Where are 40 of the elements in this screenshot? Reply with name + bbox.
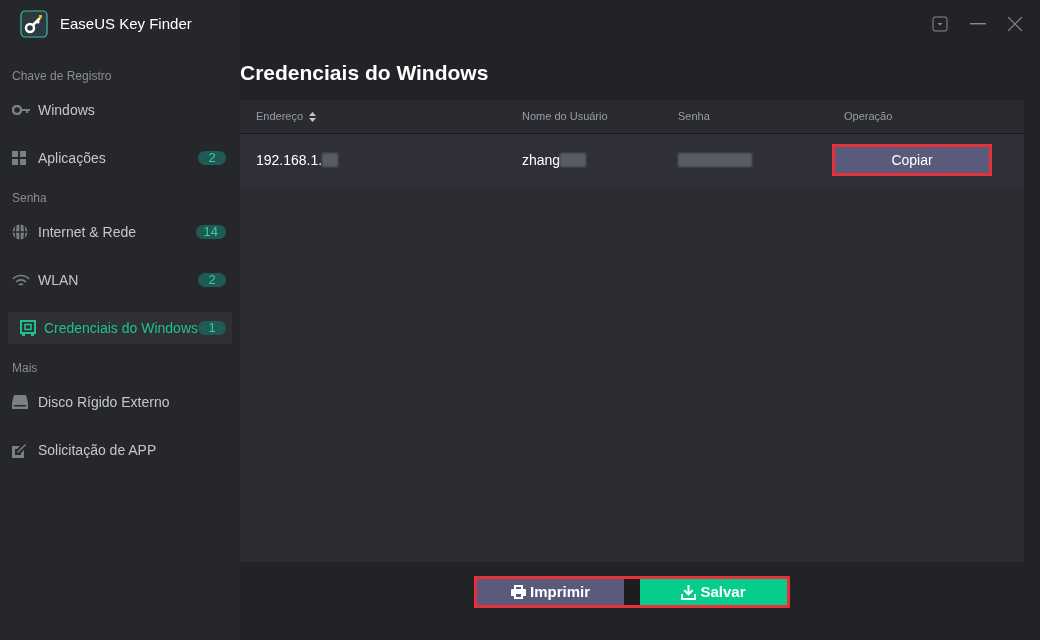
sidebar-item[interactable]: Aplicações 2 xyxy=(8,142,232,174)
sidebar-item[interactable]: Disco Rígido Externo xyxy=(8,386,232,418)
download-icon xyxy=(681,584,697,600)
column-header[interactable]: Senha xyxy=(678,108,710,125)
section-heading: Senha xyxy=(11,190,48,207)
table-cell-text: zhang xyxy=(522,150,561,170)
redaction-mark xyxy=(322,153,339,167)
copy-button[interactable]: Copiar xyxy=(832,144,992,176)
count-badge: 2 xyxy=(198,151,226,165)
grid-icon xyxy=(12,151,26,165)
section-heading: Chave de Registro xyxy=(11,68,113,85)
sidebar-item[interactable]: WLAN 2 xyxy=(8,264,232,296)
count-badge: 2 xyxy=(198,273,226,287)
wifi-icon xyxy=(12,273,30,287)
print-icon xyxy=(511,585,526,599)
key-logo-icon xyxy=(20,10,48,38)
column-header[interactable]: Operação xyxy=(844,108,893,125)
sort-icon[interactable] xyxy=(309,111,317,122)
column-header[interactable]: Nome do Usuário xyxy=(522,108,608,125)
section-heading: Mais xyxy=(11,360,39,377)
key-icon xyxy=(12,105,30,115)
sidebar-item[interactable]: Internet & Rede 14 xyxy=(8,216,232,248)
globe-icon xyxy=(12,224,28,240)
sidebar-item[interactable]: Credenciais do Windows 1 xyxy=(8,312,232,344)
minimize-icon[interactable] xyxy=(970,23,986,25)
sidebar-item[interactable]: Solicitação de APP xyxy=(8,434,232,466)
column-header[interactable]: Endereço xyxy=(256,108,304,125)
count-badge: 14 xyxy=(195,225,226,239)
page-title: Credenciais do Windows xyxy=(240,60,490,86)
drive-icon xyxy=(12,395,28,409)
redaction-mark xyxy=(560,153,587,167)
edit-icon xyxy=(12,442,27,458)
print-button[interactable]: Imprimir xyxy=(477,579,624,605)
close-icon[interactable] xyxy=(1008,17,1022,31)
table-cell-text: 192.168.1. xyxy=(256,150,323,170)
count-badge: 1 xyxy=(198,321,226,335)
safe-icon xyxy=(20,320,36,336)
app-title: EaseUS Key Finder xyxy=(60,13,192,34)
sidebar-item[interactable]: Windows xyxy=(8,94,232,126)
dropdown-icon[interactable] xyxy=(932,16,948,32)
